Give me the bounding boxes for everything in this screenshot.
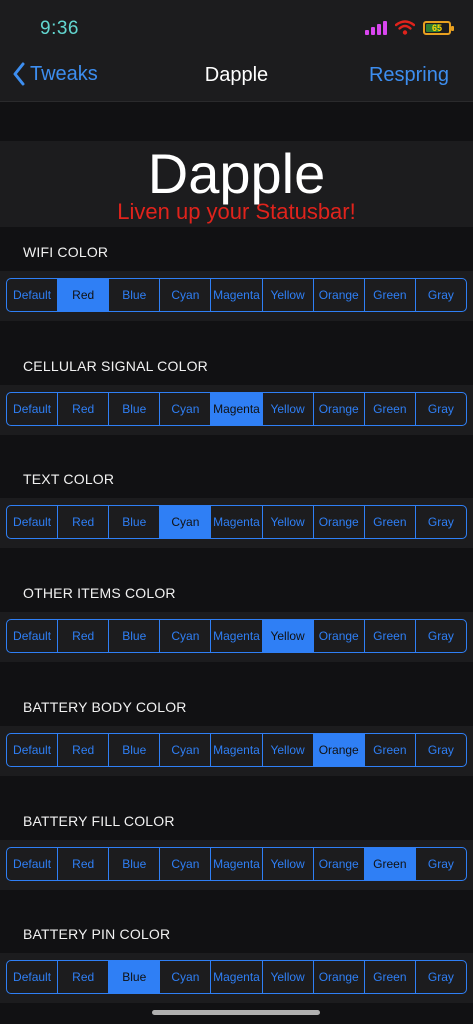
segment-option-orange[interactable]: Orange (313, 733, 365, 766)
segment-option-default[interactable]: Default (7, 847, 59, 880)
segment-option-default[interactable]: Default (7, 506, 59, 539)
section-label-battery-fill: BATTERY FILL COLOR (23, 812, 175, 829)
segment-option-blue[interactable]: Blue (109, 733, 161, 766)
segment-option-red[interactable]: Red (58, 620, 110, 653)
segment-option-gray[interactable]: Gray (416, 620, 466, 652)
segment-option-cyan[interactable]: Cyan (160, 279, 212, 311)
segmented-control-battery-fill: Default Red Blue Cyan Magenta Yellow Orange Gre… (6, 846, 467, 881)
segment-option-magenta[interactable]: Magenta (211, 279, 263, 311)
segment-option-green[interactable]: Green (365, 961, 416, 994)
segment-option-red[interactable]: Red (58, 847, 110, 880)
segment-option-cyan[interactable]: Cyan (160, 392, 212, 425)
segment-option-blue[interactable]: Blue (109, 961, 161, 994)
segment-option-default[interactable]: Default (7, 279, 59, 311)
segmented-control-other: Default Red Blue Cyan Magenta Yellow Orange Gre… (6, 619, 467, 654)
section-label-text: TEXT COLOR (23, 471, 115, 488)
segment-option-magenta[interactable]: Magenta (211, 392, 263, 425)
segment-option-gray[interactable]: Gray (416, 961, 466, 993)
section-label-wifi: WIFI COLOR (23, 244, 109, 260)
respring-button[interactable]: Respring (369, 64, 449, 87)
segment-option-red[interactable]: Red (58, 733, 110, 766)
segment-option-magenta[interactable]: Magenta (211, 506, 263, 539)
segment-option-default[interactable]: Default (7, 961, 59, 994)
segment-option-magenta[interactable]: Magenta (211, 620, 263, 653)
segment-option-blue[interactable]: Blue (109, 506, 161, 539)
segmented-control-battery-pin: Default Red Blue Cyan Magenta Yellow Orange Gre… (6, 960, 467, 995)
segment-option-default[interactable]: Default (7, 620, 59, 653)
segment-option-green[interactable]: Green (365, 620, 416, 653)
segment-option-red[interactable]: Red (58, 279, 110, 311)
segment-option-green[interactable]: Green (365, 392, 416, 425)
segment-option-green[interactable]: Green (365, 506, 416, 539)
segment-option-orange[interactable]: Orange (314, 279, 365, 311)
segment-option-orange[interactable]: Orange (314, 506, 365, 539)
segment-option-yellow[interactable]: Yellow (263, 279, 314, 311)
battery-level: 65 (431, 22, 442, 33)
segment-option-yellow[interactable]: Yellow (263, 733, 314, 766)
segment-option-orange[interactable]: Orange (314, 620, 365, 653)
section-label-other: OTHER ITEMS COLOR (23, 585, 176, 602)
segmented-control-wifi: Default Red Blue Cyan Magenta Yellow Orange Gre… (6, 278, 467, 312)
segment-option-green[interactable]: Green (365, 733, 416, 766)
segment-option-magenta[interactable]: Magenta (211, 733, 263, 766)
segment-option-yellow[interactable]: Yellow (263, 847, 314, 880)
segment-option-cyan[interactable]: Cyan (160, 847, 212, 880)
segment-option-red[interactable]: Red (58, 506, 110, 539)
cellular-signal-icon (365, 20, 387, 35)
segment-option-default[interactable]: Default (7, 733, 59, 766)
segment-option-gray[interactable]: Gray (416, 734, 466, 766)
segment-option-cyan[interactable]: Cyan (160, 733, 212, 766)
navigation-bar: Tweaks Dapple Respring (0, 50, 473, 102)
segment-option-yellow[interactable]: Yellow (263, 392, 314, 425)
segment-option-blue[interactable]: Blue (109, 279, 161, 311)
segment-option-blue[interactable]: Blue (109, 620, 161, 653)
segment-option-gray[interactable]: Gray (416, 506, 466, 538)
segment-option-gray[interactable]: Gray (416, 393, 466, 425)
home-indicator[interactable] (152, 1010, 320, 1015)
segment-option-red[interactable]: Red (58, 961, 110, 994)
segment-option-yellow[interactable]: Yellow (262, 620, 314, 653)
section-label-battery-pin: BATTERY PIN COLOR (23, 926, 171, 943)
battery-icon: 65 (423, 20, 454, 35)
segment-option-cyan[interactable]: Cyan (160, 506, 212, 539)
segment-option-gray[interactable]: Gray (416, 848, 466, 880)
segmented-control-cellular: Default Red Blue Cyan Magenta Yellow Orange Gre… (6, 391, 467, 426)
segment-option-magenta[interactable]: Magenta (211, 961, 263, 994)
header-title: Dapple (147, 142, 326, 205)
segment-option-yellow[interactable]: Yellow (263, 506, 314, 539)
segment-option-red[interactable]: Red (58, 392, 110, 425)
segmented-control-text: Default Red Blue Cyan Magenta Yellow Orange Gre… (6, 505, 467, 540)
segment-option-orange[interactable]: Orange (314, 392, 365, 425)
status-time: 9:36 (40, 18, 79, 39)
segmented-control-battery-body: Default Red Blue Cyan Magenta Yellow Orange Gre… (6, 732, 467, 767)
section-label-battery-body: BATTERY BODY COLOR (23, 698, 187, 715)
segment-option-orange[interactable]: Orange (314, 847, 365, 880)
segment-option-default[interactable]: Default (7, 392, 59, 425)
segment-option-green[interactable]: Green (364, 847, 416, 880)
segment-option-blue[interactable]: Blue (109, 392, 161, 425)
status-icons: 65 (365, 20, 454, 35)
segment-option-green[interactable]: Green (365, 279, 416, 311)
segment-option-cyan[interactable]: Cyan (160, 620, 212, 653)
segment-option-cyan[interactable]: Cyan (160, 961, 212, 994)
segment-option-gray[interactable]: Gray (416, 279, 466, 311)
segment-option-magenta[interactable]: Magenta (211, 847, 263, 880)
status-bar: 9:36 65 (0, 0, 473, 50)
segment-option-yellow[interactable]: Yellow (263, 961, 314, 994)
header-subtitle: Liven up your Statusbar! (117, 199, 356, 224)
wifi-icon (395, 20, 415, 35)
section-label-cellular: CELLULAR SIGNAL COLOR (23, 357, 208, 374)
tweak-header: Dapple Liven up your Statusbar! (0, 141, 473, 227)
segment-option-blue[interactable]: Blue (109, 847, 161, 880)
segment-option-orange[interactable]: Orange (314, 961, 365, 994)
